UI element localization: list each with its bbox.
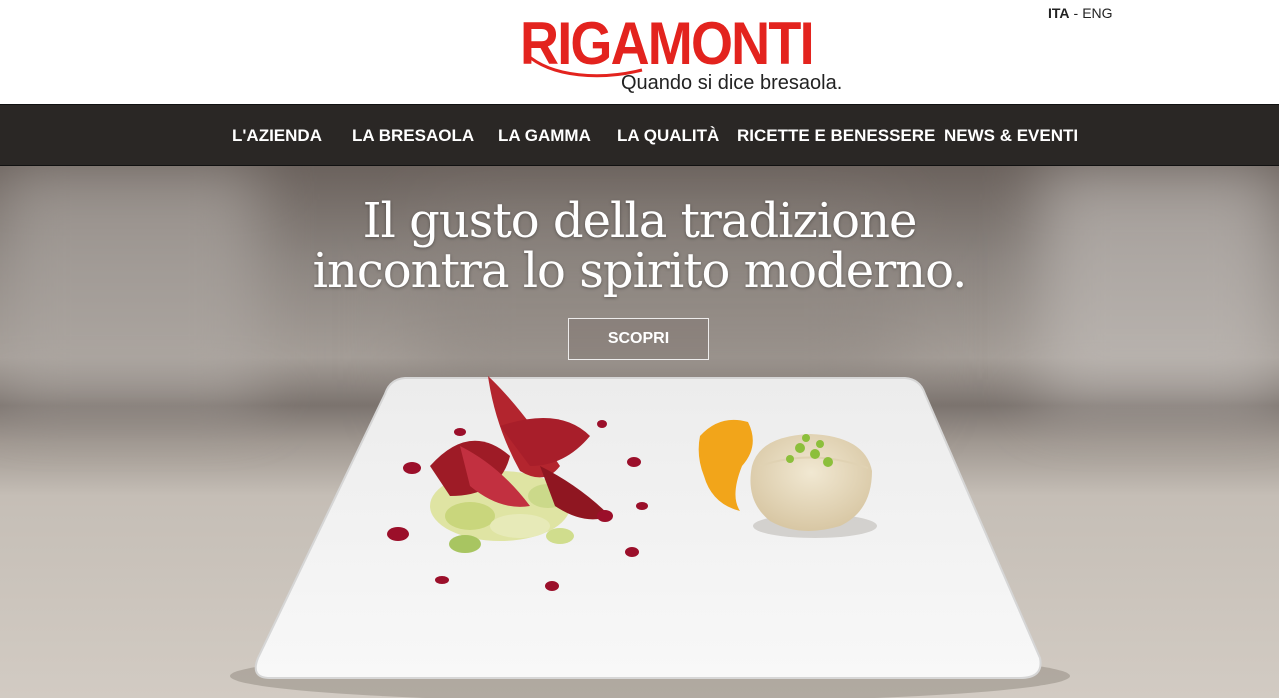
hero-title-line1: Il gusto della tradizione	[362, 193, 918, 249]
bun-pastry	[750, 434, 872, 531]
lang-separator: -	[1073, 5, 1079, 21]
brand-tagline: Quando si dice bresaola.	[621, 72, 843, 94]
site-header: RIGAMONTI Quando si dice bresaola. ITA - E…	[0, 0, 1279, 104]
nav-item-bresaola[interactable]: LA BRESAOLA	[352, 105, 474, 167]
hero-title-line2: incontra lo spirito moderno.	[312, 243, 968, 299]
main-navigation: L'AZIENDA LA BRESAOLA LA GAMMA LA QUALIT…	[0, 104, 1279, 166]
nav-item-gamma[interactable]: LA GAMMA	[498, 105, 591, 167]
lang-ita-link[interactable]: ITA	[1048, 5, 1070, 21]
lang-eng-link[interactable]: ENG	[1082, 5, 1112, 21]
hero-title: Il gusto della tradizione incontra lo sp…	[0, 196, 1279, 296]
plate-shape	[254, 377, 1042, 679]
scopri-button[interactable]: SCOPRI	[568, 318, 709, 360]
nav-item-news[interactable]: NEWS & EVENTI	[944, 105, 1078, 167]
brand-logo[interactable]: RIGAMONTI	[520, 10, 815, 78]
hero-banner: Il gusto della tradizione incontra lo sp…	[0, 166, 1279, 698]
language-switcher: ITA - ENG	[1048, 5, 1113, 21]
nav-item-ricette[interactable]: RICETTE E BENESSERE	[737, 105, 935, 167]
nav-item-azienda[interactable]: L'AZIENDA	[232, 105, 322, 167]
nav-item-qualita[interactable]: LA QUALITÀ	[617, 105, 719, 167]
